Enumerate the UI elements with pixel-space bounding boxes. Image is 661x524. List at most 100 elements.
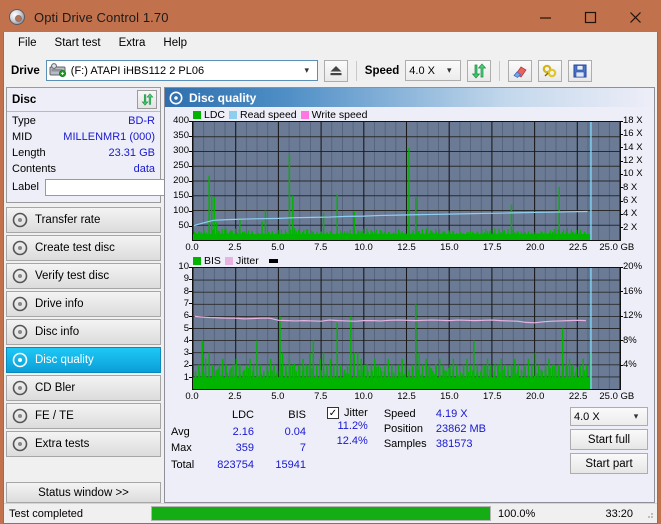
chevron-down-icon[interactable]: ▾	[441, 65, 457, 76]
disc-length-value: 23.31 GB	[108, 147, 155, 159]
x-tick-label: 2.5	[228, 242, 242, 253]
status-bar: Test completed 100.0% 33:20	[4, 503, 657, 523]
menu-file[interactable]: File	[10, 34, 45, 52]
speed-select[interactable]: 4.0 X ▾	[405, 60, 462, 81]
y-tick-label-right: 2 X	[619, 221, 638, 233]
y-tick-label-right: 8%	[620, 334, 637, 346]
sidebar-item-transfer-rate[interactable]: Transfer rate	[6, 207, 161, 233]
x-tick-label: 5.0	[271, 391, 285, 402]
y-tick-label-right: 20%	[619, 261, 643, 272]
resize-grip[interactable]	[643, 508, 655, 520]
menu-help[interactable]: Help	[155, 34, 195, 52]
y-tick-label: 8	[183, 285, 193, 297]
avg-bis: 0.04	[284, 425, 306, 438]
x-tick-label: 15.0	[440, 242, 459, 253]
disc-type-key: Type	[12, 115, 36, 127]
refresh-button[interactable]	[467, 59, 492, 82]
sidebar-item-create-test-disc[interactable]: Create test disc	[6, 235, 161, 261]
sidebar-label: FE / TE	[35, 410, 74, 422]
legend-ldc: LDC	[193, 109, 225, 121]
legend-swatch-read-speed	[229, 110, 238, 119]
disc-icon	[12, 212, 28, 228]
jitter-avg: 11.2%	[337, 420, 368, 432]
y-tick-label: 300	[173, 145, 192, 156]
legend-label: Jitter	[235, 254, 259, 267]
disc-icon	[12, 436, 28, 452]
x-tick-label: 10.0	[354, 391, 373, 402]
y-tick-label: 100	[173, 205, 192, 216]
test-actions: 4.0 X ▾ Start full Start part	[570, 407, 648, 474]
sidebar-item-extra-tests[interactable]: Extra tests	[6, 431, 161, 457]
menu-start-test[interactable]: Start test	[47, 34, 109, 52]
x-tick-label: 17.5	[483, 242, 502, 253]
x-tick-label: 17.5	[483, 391, 502, 402]
speed-label: Speed	[364, 64, 400, 77]
position-value: 23862 MB	[435, 423, 486, 435]
menu-extra[interactable]: Extra	[111, 34, 154, 52]
erase-button[interactable]	[508, 59, 533, 82]
sidebar-label: Drive info	[35, 298, 84, 310]
chart1-plot	[192, 121, 621, 241]
x-tick-label: 7.5	[314, 242, 328, 253]
maximize-icon[interactable]	[568, 3, 613, 32]
sidebar-item-disc-info[interactable]: Disc info	[6, 319, 161, 345]
y-tick-label: 5	[183, 322, 193, 334]
avg-ldc: 2.16	[232, 425, 254, 438]
progress-bar	[151, 506, 491, 521]
start-part-button[interactable]: Start part	[570, 453, 648, 474]
chevron-down-icon[interactable]: ▾	[628, 411, 644, 422]
y-tick-label: 200	[173, 175, 192, 186]
sidebar-item-drive-info[interactable]: Drive info	[6, 291, 161, 317]
status-window-button[interactable]: Status window >>	[6, 482, 161, 503]
minimize-icon[interactable]	[523, 3, 568, 32]
save-button[interactable]	[568, 59, 593, 82]
sidebar-nav: Transfer rate Create test disc Verify te…	[6, 207, 161, 457]
x-tick-label: 22.5	[568, 242, 588, 253]
disc-icon	[12, 240, 28, 256]
x-tick-label: 10.0	[354, 242, 373, 253]
x-tick-label: 20.0	[525, 391, 545, 402]
y-tick-label: 10	[178, 261, 192, 272]
sidebar-label: CD Bler	[35, 382, 76, 394]
sidebar-item-disc-quality[interactable]: Disc quality	[6, 347, 161, 373]
sidebar-item-verify-test-disc[interactable]: Verify test disc	[6, 263, 161, 289]
eject-button[interactable]	[323, 59, 348, 82]
disc-row-type: Type BD-R	[12, 114, 155, 129]
x-tick-label: 25.0 GB	[599, 242, 635, 253]
main-panel: Disc quality LDC Read speed Write speed …	[164, 87, 655, 503]
disc-panel-header: Disc	[7, 88, 160, 112]
x-tick-label: 15.0	[440, 391, 459, 402]
panel-header: Disc quality	[165, 88, 654, 107]
chevron-down-icon[interactable]: ▾	[299, 65, 315, 76]
body: Disc Type BD-R MID MILLENMR1 (000) Lengt…	[4, 87, 657, 503]
x-tick-label: 12.5	[397, 242, 416, 253]
sidebar-label: Verify test disc	[35, 270, 110, 282]
table-header-row: LDC BIS	[171, 407, 311, 424]
disc-mid-value: MILLENMR1 (000)	[63, 131, 155, 143]
sidebar-item-cd-bler[interactable]: CD Bler	[6, 375, 161, 401]
table-row: Max 359 7	[171, 441, 311, 458]
start-full-button[interactable]: Start full	[570, 429, 648, 450]
disc-row-length: Length 23.31 GB	[12, 146, 155, 161]
disc-icon	[12, 380, 28, 396]
disc-refresh-button[interactable]	[137, 90, 157, 109]
jitter-checkbox[interactable]: ✓	[327, 407, 339, 419]
test-speed-select[interactable]: 4.0 X ▾	[570, 407, 648, 426]
y-tick-label: 400	[173, 115, 192, 126]
row-label-avg: Avg	[171, 425, 190, 438]
disc-icon	[12, 324, 28, 340]
connector-button[interactable]	[538, 59, 563, 82]
sidebar-item-fe-te[interactable]: FE / TE	[6, 403, 161, 429]
disc-contents-value: data	[133, 163, 155, 175]
close-icon[interactable]	[613, 3, 658, 32]
drive-select[interactable]: (F:) ATAPI iHBS112 2 PL06 ▾	[45, 60, 318, 81]
col-header-bis: BIS	[288, 408, 306, 421]
y-tick-label-right: 12 X	[620, 155, 643, 166]
y-tick-label-right: 12%	[619, 310, 643, 322]
chart2-y-axis-right: 20% 16% 12% 8% 4%	[619, 262, 652, 390]
disc-panel-title: Disc	[12, 93, 37, 106]
chart1-y-axis-left: 400 350 300 250 200 150 100 50	[167, 116, 192, 241]
toolbar-divider-1	[355, 60, 357, 81]
sidebar-filler	[6, 457, 161, 478]
samples-key: Samples	[383, 438, 427, 450]
